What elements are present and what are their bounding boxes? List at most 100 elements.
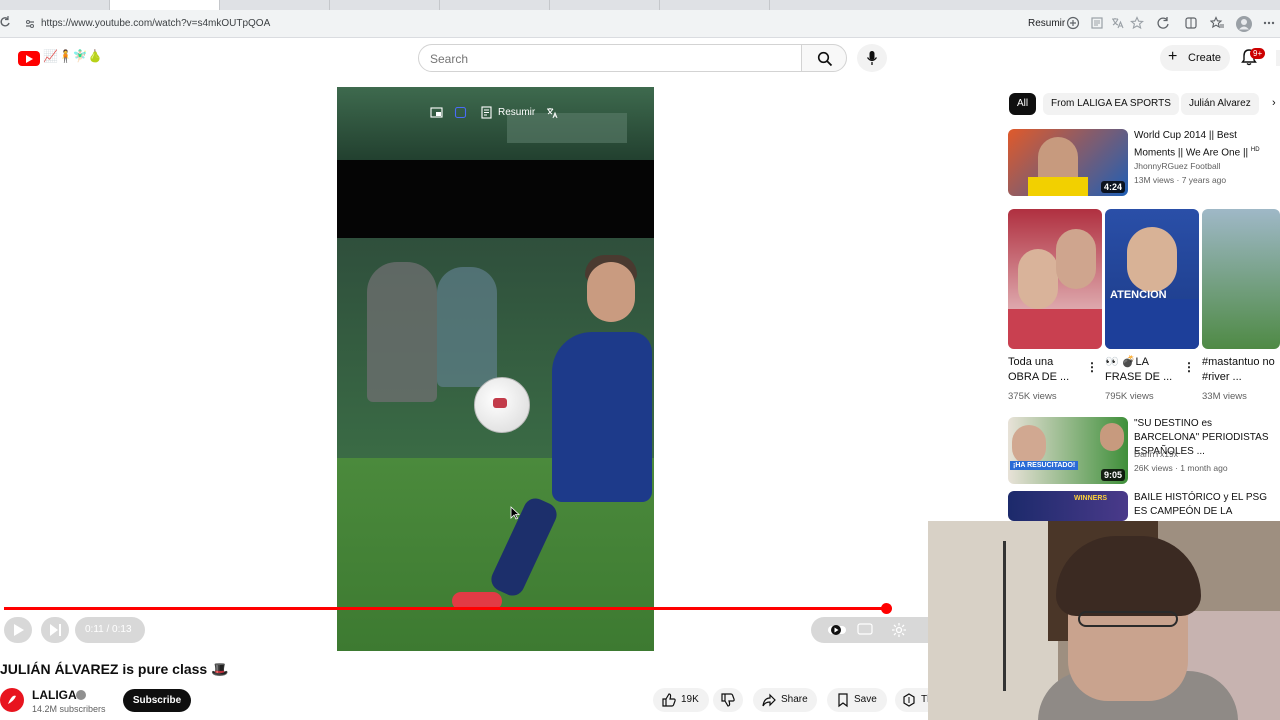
next-icon [50,624,61,636]
summarize-icon[interactable] [1066,16,1082,32]
browser-tab-active[interactable] [110,0,220,10]
browser-tab-strip [0,0,1280,10]
search-button[interactable] [801,44,847,72]
rec-channel[interactable]: DannYx19x [1134,449,1178,459]
stadium-banner [337,87,654,160]
autoplay-toggle-icon[interactable] [827,622,846,638]
share-label: Share [781,694,808,705]
site-info-icon[interactable] [24,17,36,29]
save-label: Save [854,694,877,705]
thumbs-up-icon [662,693,676,707]
overlay-resumir-label[interactable]: Resumir [498,107,535,118]
share-icon [762,693,776,707]
resumir-icon[interactable] [480,106,494,120]
video-overlay-toolbar: Resumir [428,103,568,123]
more-vert-icon[interactable]: ⋮ [1183,360,1195,374]
short-title[interactable]: Toda una OBRA DE ... [1008,355,1082,385]
short-thumbnail[interactable] [1202,209,1280,349]
mouse-cursor-icon [510,506,521,520]
search-placeholder: Search [430,52,469,66]
short-thumbnail[interactable] [1008,209,1102,349]
rec-thumbnail[interactable]: 4:24 [1008,129,1128,196]
rec-thumbnail[interactable]: WINNERS [1008,491,1128,521]
rec-thumbnail[interactable]: ¡HA RESUCITADO! 9:05 [1008,417,1128,484]
short-views: 375K views [1008,391,1057,402]
browser-menu-icon[interactable] [1262,16,1278,32]
reload-icon[interactable] [0,16,12,30]
more-vert-icon[interactable]: ⋮ [1086,360,1098,374]
profile-avatar-icon[interactable] [1236,16,1252,32]
save-bookmark-icon [838,693,848,708]
logo-doodle: 📈🧍🧚🏻‍♂️🍐 [43,49,103,63]
browser-tab[interactable] [0,0,110,10]
short-title[interactable]: 👀 💣LA FRASE DE ... [1105,355,1179,385]
create-button[interactable]: + Create [1160,45,1230,71]
translate-icon[interactable] [1110,16,1126,32]
youtube-logo-icon[interactable] [18,51,40,66]
pip-icon[interactable] [430,106,444,120]
video-title: JULIÁN ÁLVAREZ is pure class 🎩 [0,661,229,677]
next-button[interactable] [41,617,69,643]
url-text[interactable]: https://www.youtube.com/watch?v=s4mkOUTp… [41,18,270,29]
thumbs-down-icon [721,693,735,707]
short-overlay-text: ATENCION [1110,289,1167,301]
save-button[interactable]: Save [827,688,887,712]
browser-tab[interactable] [660,0,770,10]
chip-all[interactable]: All [1009,93,1037,115]
rec-title[interactable]: BAILE HISTÓRICO y EL PSG ES CAMPEÓN DE L… [1134,491,1274,521]
favorites-icon[interactable] [1209,16,1226,32]
chip-julian-alvarez[interactable]: Julián Alvarez [1181,93,1259,115]
captions-icon[interactable] [857,622,873,638]
duration-badge: 9:05 [1100,469,1125,481]
plus-icon: + [1168,48,1178,65]
create-label: Create [1188,52,1222,64]
browser-tab[interactable] [440,0,550,10]
rec-title[interactable]: World Cup 2014 || Best Moments || We Are… [1134,129,1264,160]
short-views: 795K views [1105,391,1154,402]
dislike-button[interactable] [713,688,743,712]
like-button[interactable]: 19K [653,688,709,712]
notifications-badge: 9+ [1250,48,1266,59]
translate-overlay-icon[interactable] [546,106,560,120]
split-screen-icon[interactable] [1184,16,1200,32]
webcam-overlay [928,521,1280,720]
football [474,377,530,433]
channel-avatar[interactable] [0,688,24,712]
share-button[interactable]: Share [753,688,817,712]
refresh-extension-icon[interactable] [1156,16,1172,32]
short-thumbnail[interactable]: ATENCION [1105,209,1199,349]
microphone-icon [866,51,878,65]
chip-from-laliga[interactable]: From LALIGA EA SPORTS [1043,93,1179,115]
short-title[interactable]: #mastantuo no #river ... [1202,355,1276,385]
bookmark-star-icon[interactable] [1130,16,1146,32]
screen: https://www.youtube.com/watch?v=s4mkOUTp… [0,0,1280,720]
footballer [552,332,652,502]
laliga-logo-icon [8,695,16,704]
resumir-button[interactable]: Resumir [1028,18,1065,29]
reader-mode-icon[interactable] [1090,16,1106,32]
progress-bar[interactable] [4,603,928,614]
chevron-right-icon[interactable]: › [1272,97,1276,109]
browser-tab[interactable] [550,0,660,10]
voice-search-button[interactable] [857,44,887,72]
thumbnail-caption: WINNERS [1074,495,1108,502]
rec-channel[interactable]: JhonnyRGuez Football [1134,161,1220,171]
video-frame[interactable] [337,87,654,651]
time-display: 0:11 / 0:13 [75,617,145,643]
thumbnail-caption: ¡HA RESUCITADO! [1010,461,1079,470]
duration-badge: 4:24 [1100,181,1125,193]
browser-tab[interactable] [220,0,330,10]
account-avatar[interactable] [1276,50,1280,66]
play-button[interactable] [4,617,32,643]
rec-meta: 26K views · 1 month ago [1134,463,1228,473]
search-input[interactable]: Search [418,44,802,72]
subscribe-button[interactable]: Subscribe [123,689,191,712]
capture-icon[interactable] [454,106,468,120]
browser-address-bar: https://www.youtube.com/watch?v=s4mkOUTp… [0,10,1280,38]
settings-gear-icon[interactable] [891,622,907,638]
channel-name[interactable]: LALIGA [32,688,77,702]
thanks-button[interactable]: Th [895,688,933,712]
browser-tab[interactable] [330,0,440,10]
player-right-controls [811,617,928,643]
like-count: 19K [681,694,699,705]
